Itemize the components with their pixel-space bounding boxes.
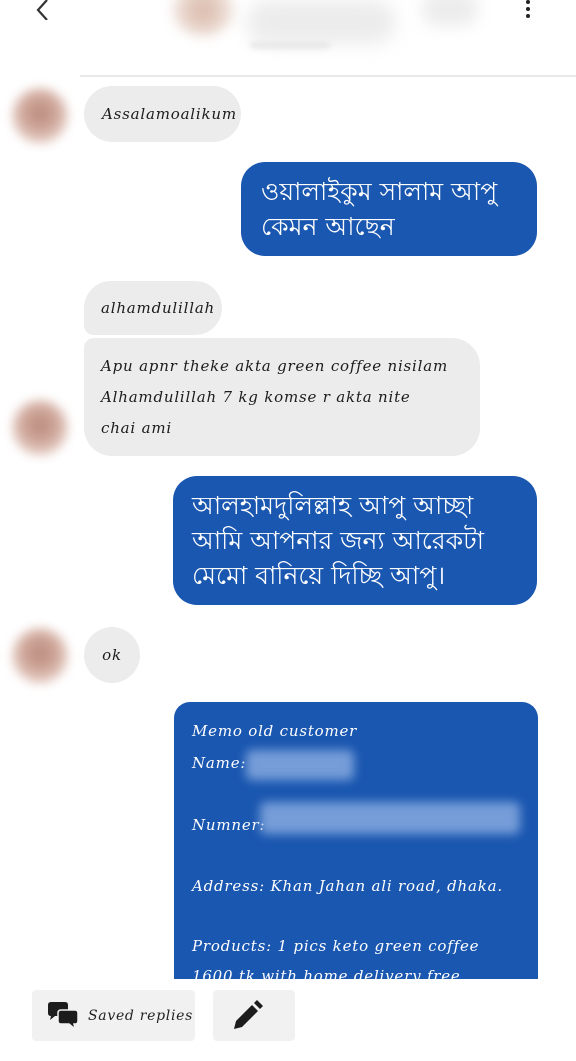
redacted-name xyxy=(246,750,354,780)
saved-replies-label: Saved replies xyxy=(88,1007,194,1024)
incoming-message[interactable]: Apu apnr theke akta green coffee nisilam… xyxy=(84,338,480,456)
message-line: আমি আপনার জন্য আরেকটা xyxy=(192,526,484,555)
memo-number-label: Numner: xyxy=(192,816,266,834)
sender-avatar[interactable] xyxy=(12,88,68,144)
message-line: মেমো বানিয়ে দিচ্ছি আপু। xyxy=(192,561,446,590)
incoming-message[interactable]: alhamdulillah xyxy=(84,281,222,335)
message-line: ওয়ালাইকুম সালাম আপু xyxy=(261,177,498,206)
incoming-message[interactable]: Assalamoalikum xyxy=(84,86,241,142)
saved-replies-button[interactable]: Saved replies xyxy=(32,990,195,1041)
message-text: Assalamoalikum xyxy=(102,105,237,123)
chevron-left-icon xyxy=(36,0,48,21)
message-line: আলহামদুলিল্লাহ আপু আচ্ছা xyxy=(192,491,474,520)
chat-bubbles-icon xyxy=(48,1001,79,1031)
message-line: chai ami xyxy=(101,418,172,437)
composer-toolbar: Saved replies xyxy=(0,979,576,1061)
sender-avatar[interactable] xyxy=(12,400,68,456)
header-action-redacted[interactable] xyxy=(422,0,478,26)
message-line: Alhamdulillah 7 kg komse r akta nite xyxy=(101,387,411,406)
outgoing-message[interactable]: ওয়ালাইকুম সালাম আপু কেমন আছেন xyxy=(241,162,537,256)
outgoing-memo-message[interactable]: Memo old customer Name: Numner: Address:… xyxy=(174,702,538,979)
more-options-button[interactable] xyxy=(518,0,538,18)
outgoing-message[interactable]: আলহামদুলিল্লাহ আপু আচ্ছা আমি আপনার জন্য … xyxy=(173,476,537,605)
back-button[interactable] xyxy=(34,0,50,21)
conversation-header xyxy=(0,0,576,77)
memo-products-price: 1600 tk with home delivery free xyxy=(192,967,461,979)
sender-avatar[interactable] xyxy=(12,628,68,684)
header-divider xyxy=(80,75,576,77)
message-line: কেমন আছেন xyxy=(261,212,395,241)
message-line: Apu apnr theke akta green coffee nisilam xyxy=(101,356,449,375)
memo-name-label: Name: xyxy=(192,754,247,772)
redacted-number xyxy=(260,802,520,834)
contact-name-redacted[interactable] xyxy=(246,0,396,44)
incoming-message[interactable]: ok xyxy=(84,627,140,683)
contact-status-redacted xyxy=(250,42,330,48)
message-text: alhamdulillah xyxy=(101,299,216,317)
message-text: ok xyxy=(102,646,122,664)
contact-avatar[interactable] xyxy=(172,0,234,36)
pencil-icon xyxy=(234,1000,263,1029)
edit-button[interactable] xyxy=(213,990,295,1041)
memo-title: Memo old customer xyxy=(192,722,358,740)
memo-address: Address: Khan Jahan ali road, dhaka. xyxy=(192,877,503,895)
memo-products: Products: 1 pics keto green coffee xyxy=(192,937,480,955)
